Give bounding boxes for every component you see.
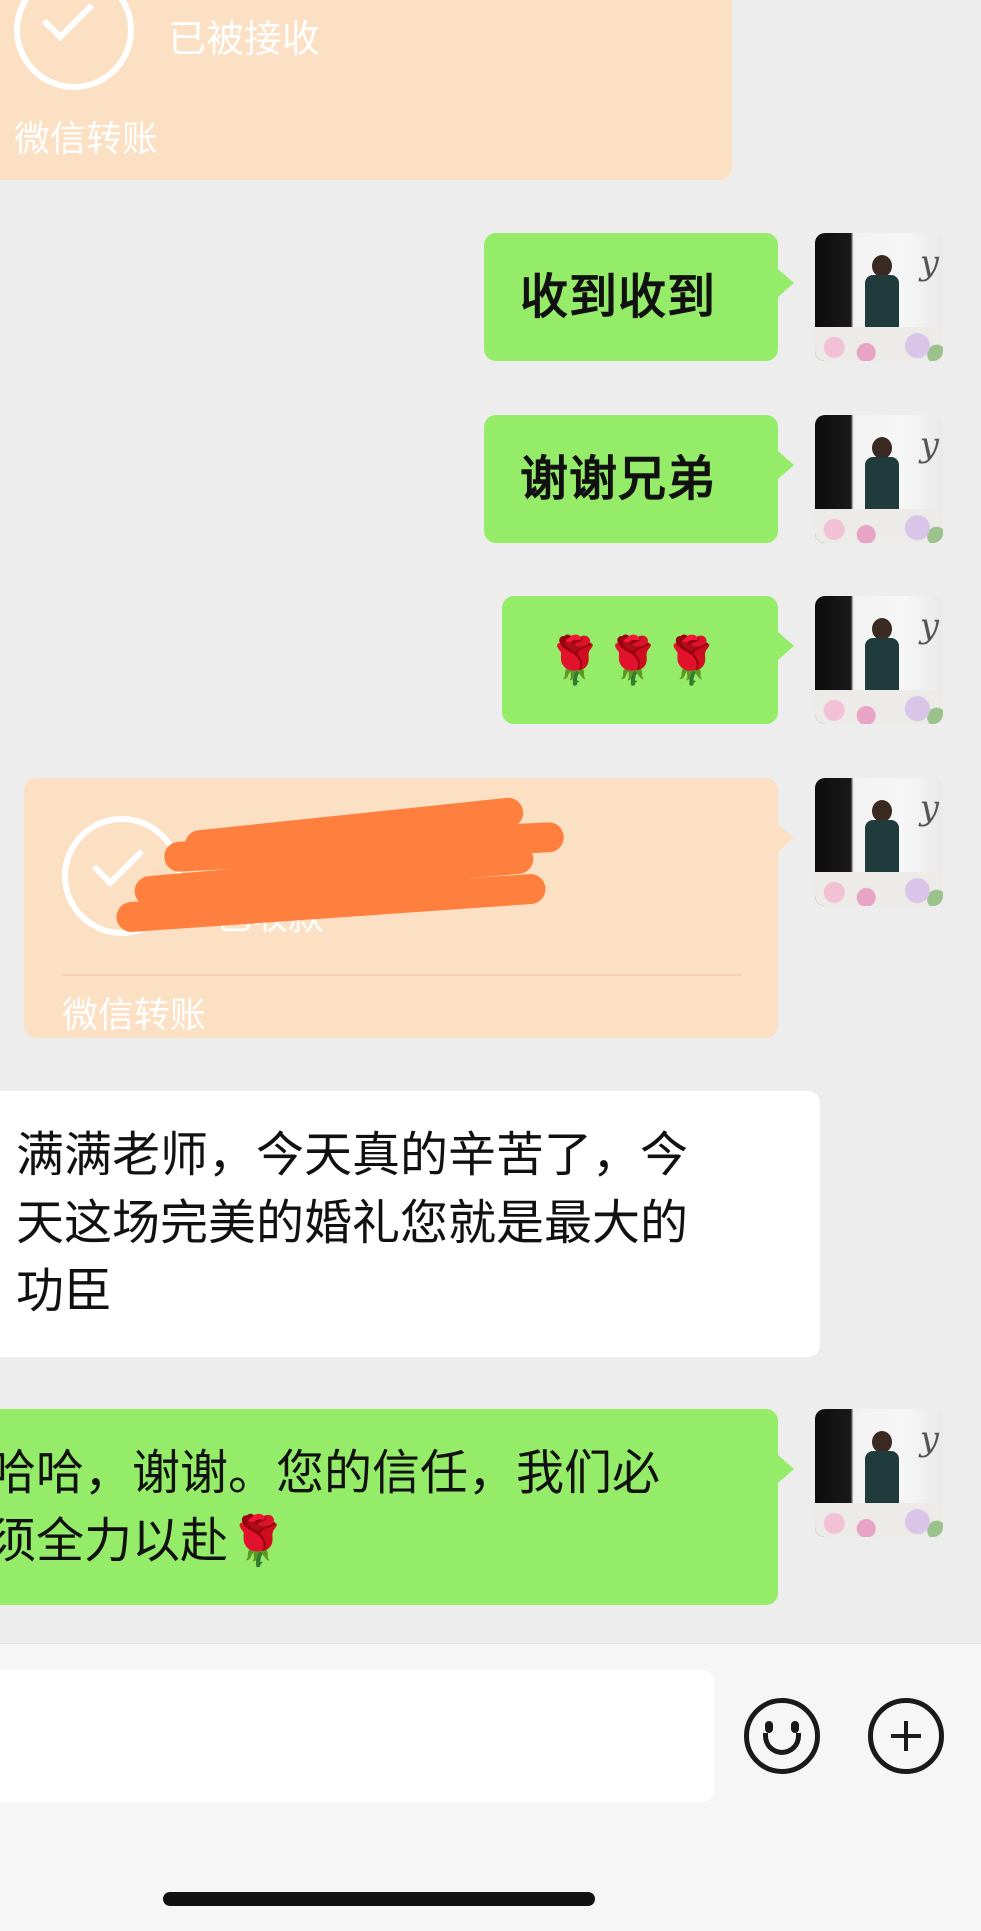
message-text: 🌹🌹🌹	[546, 633, 721, 687]
message-input[interactable]	[0, 1670, 714, 1802]
message-bubble-sent[interactable]: 哈哈，谢谢。您的信任，我们必 须全力以赴🌹	[0, 1409, 794, 1605]
message-text: 收到收到	[520, 269, 717, 325]
input-bar	[0, 1643, 981, 1931]
message-bubble-received[interactable]: 满满老师，今天真的辛苦了，今 天这场完美的婚礼您就是最大的 功臣	[0, 1091, 820, 1357]
transfer-card-received[interactable]: 已被接收 微信转账	[0, 0, 732, 180]
transfer-card-collected[interactable]: 已收款 微信转账	[24, 778, 794, 1038]
bubble-tail	[778, 1455, 794, 1483]
transfer-footer: 微信转账	[14, 119, 159, 160]
transfer-footer: 微信转账	[62, 995, 207, 1036]
transfer-status: 已被接收	[168, 17, 321, 61]
message-bubble-sent[interactable]: 收到收到	[484, 233, 794, 361]
bubble-tail	[778, 824, 794, 852]
emoji-icon[interactable]	[744, 1698, 820, 1774]
message-text: 满满老师，今天真的辛苦了，今 天这场完美的婚礼您就是最大的 功臣	[16, 1127, 689, 1319]
bubble-tail	[778, 632, 794, 660]
avatar[interactable]: y	[815, 233, 943, 361]
message-text: 谢谢兄弟	[520, 451, 717, 507]
avatar[interactable]: y	[815, 415, 943, 543]
message-text: 哈哈，谢谢。您的信任，我们必 须全力以赴🌹	[0, 1445, 661, 1569]
message-bubble-sent[interactable]: 谢谢兄弟	[484, 415, 794, 543]
bubble-tail	[778, 269, 794, 297]
home-indicator	[163, 1892, 595, 1906]
bubble-tail	[778, 451, 794, 479]
avatar[interactable]: y	[815, 596, 943, 724]
avatar[interactable]: y	[815, 1409, 943, 1537]
avatar[interactable]: y	[815, 778, 943, 906]
divider	[62, 974, 742, 976]
message-bubble-sent[interactable]: 🌹🌹🌹	[502, 596, 794, 724]
plus-icon[interactable]	[868, 1698, 944, 1774]
